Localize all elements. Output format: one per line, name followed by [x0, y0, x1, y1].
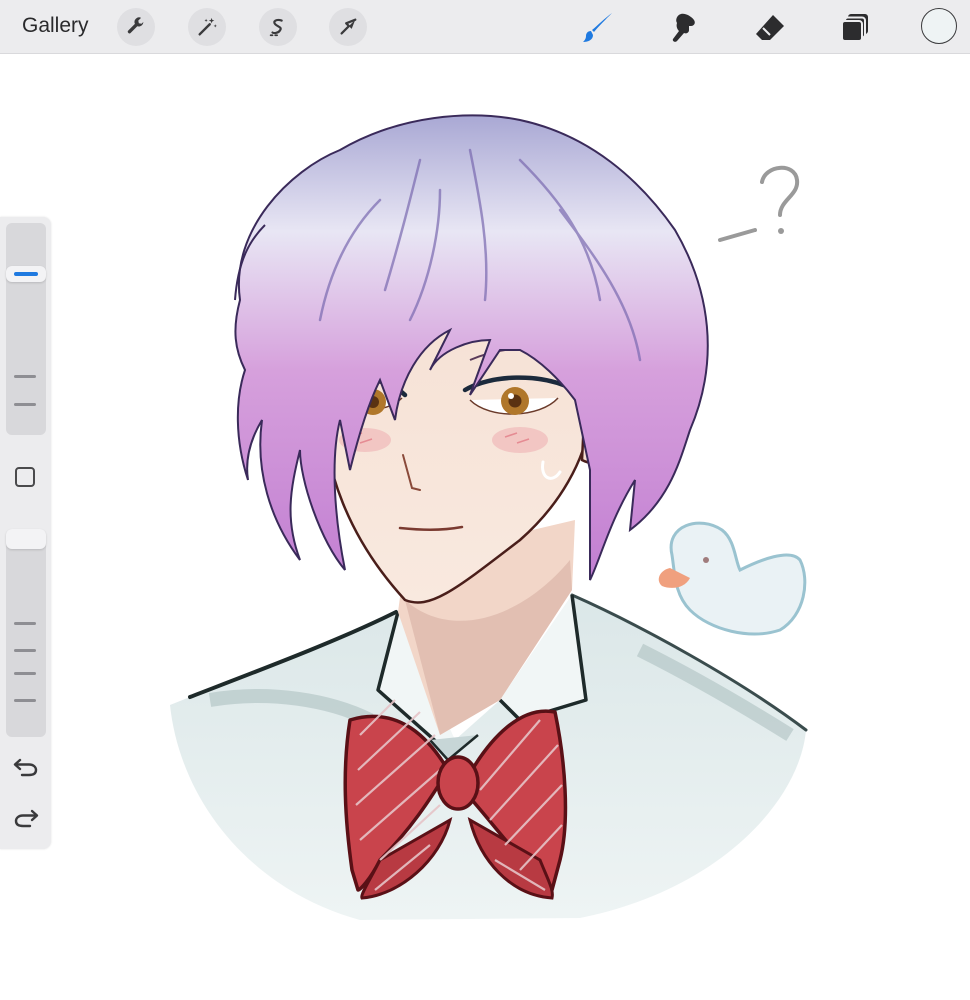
actions-button[interactable]	[117, 8, 155, 46]
adjustments-button[interactable]	[188, 8, 226, 46]
smudge-tool-button[interactable]	[664, 8, 704, 48]
brush-size-thumb[interactable]	[6, 266, 46, 282]
layers-button[interactable]	[835, 8, 875, 48]
selection-s-icon	[269, 18, 283, 37]
eraser-icon	[756, 15, 784, 40]
erase-tool-button[interactable]	[750, 8, 790, 48]
question-doodle	[718, 165, 800, 242]
redo-button[interactable]	[12, 805, 40, 831]
brush-size-slider[interactable]	[6, 223, 46, 435]
opacity-tick-4	[14, 699, 36, 702]
drawing-canvas[interactable]: _?	[0, 54, 970, 1000]
opacity-thumb[interactable]	[6, 529, 46, 549]
modify-square-icon[interactable]	[15, 467, 35, 487]
duck-doodle	[658, 521, 807, 636]
undo-button[interactable]	[12, 754, 40, 780]
magic-wand-icon	[198, 17, 217, 36]
opacity-tick-1	[14, 622, 36, 625]
wrench-icon	[127, 17, 144, 34]
side-toolbar	[0, 217, 51, 849]
brush-icon	[583, 13, 612, 42]
transform-arrow-icon	[340, 18, 357, 35]
redo-icon	[14, 809, 39, 828]
paint-tool-button[interactable]	[578, 8, 618, 48]
opacity-slider[interactable]	[6, 529, 46, 737]
opacity-tick-2	[14, 649, 36, 652]
color-picker-button[interactable]	[921, 8, 957, 44]
artwork-illustration	[170, 114, 808, 920]
selection-button[interactable]	[259, 8, 297, 46]
gallery-button[interactable]: Gallery	[22, 14, 89, 38]
transform-button[interactable]	[329, 8, 367, 46]
undo-icon	[13, 758, 38, 777]
smudge-icon	[672, 13, 695, 42]
top-toolbar: Gallery	[0, 0, 970, 54]
layers-icon	[841, 14, 868, 42]
size-tick-lower	[14, 403, 36, 406]
opacity-tick-3	[14, 672, 36, 675]
size-tick-upper	[14, 375, 36, 378]
